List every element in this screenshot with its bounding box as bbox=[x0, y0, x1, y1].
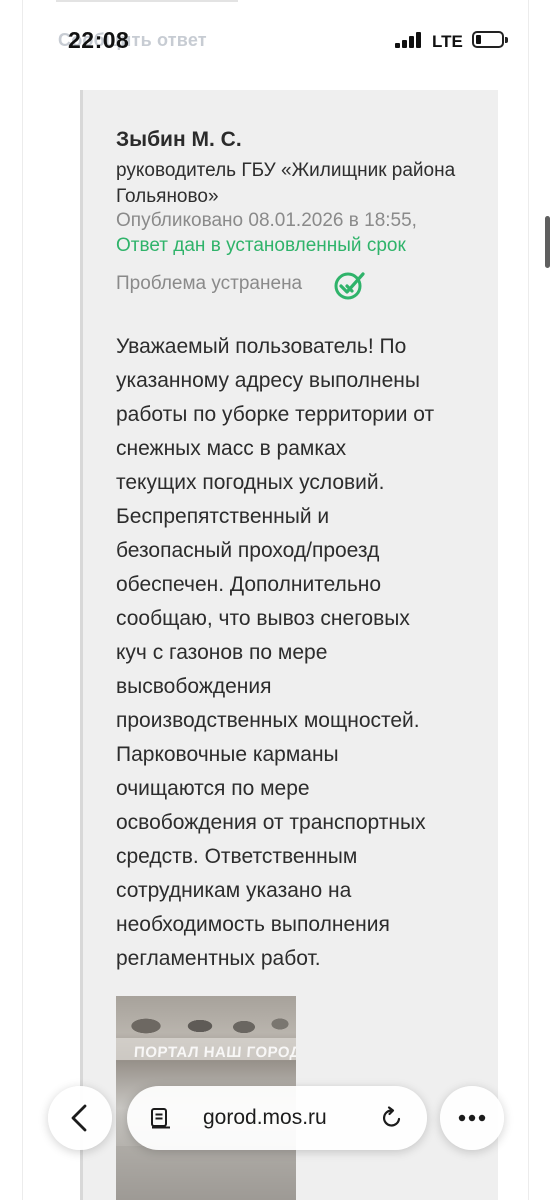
scrollbar[interactable] bbox=[545, 216, 550, 268]
answer-text-line: очищаются по мере bbox=[116, 777, 310, 800]
answer-text-line: необходимость выполнения bbox=[116, 913, 390, 936]
answer-author-role: руководитель ГБУ «Жилищник района Гольян… bbox=[116, 160, 456, 207]
answer-author-name: Зыбин М. С. bbox=[116, 128, 242, 151]
answer-text-line: указанному адресу выполнены bbox=[116, 369, 420, 392]
top-divider bbox=[56, 0, 238, 2]
photo-watermark: ПОРТАЛ НАШ ГОРОД bbox=[133, 1044, 296, 1061]
screen: Сообщить ответ 22:08 LTE Зыбин М. С. рук… bbox=[0, 0, 554, 1200]
answer-text-line: Уважаемый пользователь! По bbox=[116, 335, 407, 358]
problem-status-label: Проблема устранена bbox=[116, 273, 303, 294]
answer-text-line: освобождения от транспортных bbox=[116, 811, 426, 834]
answer-text-line: снежных масс в рамках bbox=[116, 437, 347, 460]
double-check-icon bbox=[333, 270, 367, 302]
back-arrow-icon bbox=[71, 1104, 87, 1132]
status-bar: Сообщить ответ 22:08 LTE bbox=[0, 22, 554, 62]
answer-text-line: средств. Ответственным bbox=[116, 845, 358, 868]
reload-icon[interactable] bbox=[379, 1105, 405, 1131]
answer-text-line: высвобождения bbox=[116, 675, 272, 698]
page-edge-right bbox=[528, 0, 529, 1200]
page-icon[interactable] bbox=[149, 1106, 173, 1130]
url-text[interactable]: gorod.mos.ru bbox=[203, 1106, 327, 1130]
answer-text-line: сообщаю, что вывоз снеговых bbox=[116, 607, 410, 630]
answer-text-line: производственных мощностей. bbox=[116, 709, 420, 732]
answer-text-line: работы по уборке территории от bbox=[116, 403, 435, 426]
network-type: LTE bbox=[432, 32, 463, 51]
cellular-signal-icon bbox=[395, 32, 423, 48]
answer-published-date: Опубликовано 08.01.2026 в 18:55, bbox=[116, 210, 417, 231]
page-edge-left bbox=[22, 0, 23, 1200]
answer-text-line: обеспечен. Дополнительно bbox=[116, 573, 382, 596]
address-bar[interactable]: gorod.mos.ru bbox=[127, 1086, 427, 1150]
answer-text-line: безопасный проход/проезд bbox=[116, 539, 380, 562]
more-icon bbox=[458, 1114, 486, 1122]
answer-text-line: Беспрепятственный и bbox=[116, 505, 330, 528]
answer-text-line: сотрудникам указано на bbox=[116, 879, 352, 902]
answer-text-line: текущих погодных условий. bbox=[116, 471, 385, 494]
battery-icon bbox=[472, 31, 508, 48]
answer-deadline-status: Ответ дан в установленный срок bbox=[116, 235, 406, 256]
answer-text-line: регламентных работ. bbox=[116, 947, 321, 970]
more-button[interactable] bbox=[440, 1086, 504, 1150]
answer-body-text: Уважаемый пользователь! По указанному адр… bbox=[116, 330, 476, 976]
back-button[interactable] bbox=[48, 1086, 112, 1150]
status-time: 22:08 bbox=[68, 27, 130, 53]
answer-text-line: Парковочные карманы bbox=[116, 743, 339, 766]
answer-text-line: куч с газонов по мере bbox=[116, 641, 328, 664]
